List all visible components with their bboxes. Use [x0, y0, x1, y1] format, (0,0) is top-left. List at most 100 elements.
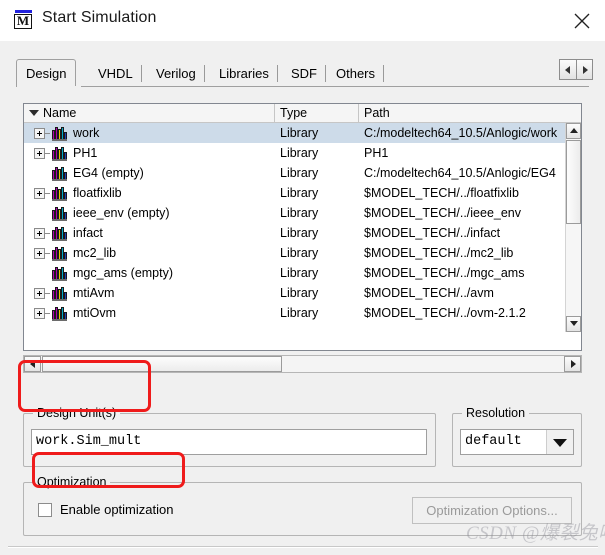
chevron-left-icon[interactable] — [559, 59, 576, 80]
enable-optimization-label: Enable optimization — [60, 502, 174, 517]
library-type: Library — [280, 266, 319, 280]
tree-connector — [45, 313, 50, 314]
sort-descending-icon — [29, 110, 39, 116]
vertical-scrollbar[interactable] — [565, 123, 581, 332]
library-name: mc2_lib — [73, 246, 117, 260]
close-icon[interactable] — [559, 0, 605, 39]
tab-design[interactable]: Design — [16, 59, 77, 87]
tab-vhdl[interactable]: VHDL — [89, 62, 142, 85]
column-header-path[interactable]: Path — [359, 104, 566, 122]
table-row[interactable]: infact Library $MODEL_TECH/../infact — [24, 223, 566, 243]
library-name: ieee_env (empty) — [73, 206, 170, 220]
library-name: mgc_ams (empty) — [73, 266, 174, 280]
table-row[interactable]: work Library C:/modeltech64_10.5/Anlogic/w… — [24, 123, 566, 143]
expand-icon[interactable] — [34, 148, 45, 159]
column-header-name[interactable]: Name — [24, 104, 275, 122]
design-units-legend: Design Unit(s) — [33, 406, 121, 420]
library-type: Library — [280, 126, 319, 140]
scroll-left-icon[interactable] — [24, 356, 41, 372]
resolution-legend: Resolution — [462, 406, 530, 420]
tree-connector — [45, 293, 50, 294]
library-icon — [52, 146, 67, 161]
library-type: Library — [280, 186, 319, 200]
title-bar: M Start Simulation — [0, 0, 605, 41]
tree-connector — [45, 233, 50, 234]
tree-connector — [45, 193, 50, 194]
vertical-scrollbar-thumb[interactable] — [566, 140, 581, 224]
resolution-select[interactable]: default — [460, 429, 574, 455]
library-name: work — [73, 126, 100, 140]
design-units-input[interactable]: work.Sim_mult — [31, 429, 427, 455]
table-row[interactable]: PH1 Library PH1 — [24, 143, 566, 163]
library-table: Name Type Path work Library C:/modeltech64… — [23, 103, 582, 351]
modelsim-m-icon: M — [14, 10, 34, 30]
library-path: $MODEL_TECH/../floatfixlib — [364, 186, 519, 200]
table-row[interactable]: mc2_lib Library $MODEL_TECH/../mc2_lib — [24, 243, 566, 263]
expand-icon[interactable] — [34, 308, 45, 319]
expand-icon[interactable] — [34, 288, 45, 299]
library-type: Library — [280, 166, 319, 180]
library-icon — [52, 266, 67, 281]
column-label: Name — [43, 106, 77, 120]
library-name: PH1 — [73, 146, 98, 160]
table-row[interactable]: ieee_env (empty) Library $MODEL_TECH/../ie… — [24, 203, 566, 223]
library-path: C:/modeltech64_10.5/Anlogic/EG4 — [364, 166, 556, 180]
library-path: $MODEL_TECH/../avm — [364, 286, 494, 300]
enable-optimization-checkbox[interactable] — [38, 503, 52, 517]
expand-icon[interactable] — [34, 188, 45, 199]
table-row[interactable]: mgc_ams (empty) Library $MODEL_TECH/../mgc… — [24, 263, 566, 283]
library-type: Library — [280, 146, 319, 160]
tab-label: VHDL — [98, 66, 133, 81]
footer-divider — [8, 546, 598, 548]
library-type: Library — [280, 246, 319, 260]
library-icon — [52, 186, 67, 201]
tab-libraries[interactable]: Libraries — [210, 62, 278, 85]
tab-others[interactable]: Others — [327, 62, 385, 85]
design-units-group: Design Unit(s) work.Sim_mult — [23, 406, 436, 467]
resolution-value: default — [465, 434, 522, 449]
library-path: C:/modeltech64_10.5/Anlogic/work — [364, 126, 558, 140]
library-path: $MODEL_TECH/../infact — [364, 226, 501, 240]
tab-label: Libraries — [219, 66, 269, 81]
library-type: Library — [280, 226, 319, 240]
library-path: PH1 — [364, 146, 389, 160]
library-name: mtiOvm — [73, 306, 117, 320]
expand-icon[interactable] — [34, 248, 45, 259]
tab-sdf[interactable]: SDF — [282, 62, 326, 85]
optimization-group: Optimization Enable optimization Optimiz… — [23, 475, 582, 536]
library-path: $MODEL_TECH/../ieee_env — [364, 206, 522, 220]
tab-label: Verilog — [156, 66, 196, 81]
library-icon — [52, 306, 67, 321]
tab-verilog[interactable]: Verilog — [147, 62, 205, 85]
library-icon — [52, 206, 67, 221]
scroll-down-icon[interactable] — [566, 316, 581, 332]
table-row[interactable]: floatfixlib Library $MODEL_TECH/../floatfi… — [24, 183, 566, 203]
library-type: Library — [280, 306, 319, 320]
expand-icon[interactable] — [34, 228, 45, 239]
expand-icon[interactable] — [34, 128, 45, 139]
horizontal-scrollbar[interactable] — [23, 355, 582, 373]
optimization-options-button[interactable]: Optimization Options... — [412, 497, 572, 524]
tab-label: SDF — [291, 66, 317, 81]
library-icon — [52, 126, 67, 141]
library-type: Library — [280, 286, 319, 300]
table-row[interactable]: EG4 (empty) Library C:/modeltech64_10.5/An… — [24, 163, 566, 183]
library-path: $MODEL_TECH/../ovm-2.1.2 — [364, 306, 526, 320]
table-row[interactable]: mtiAvm Library $MODEL_TECH/../avm — [24, 283, 566, 303]
library-icon — [52, 166, 67, 181]
library-type: Library — [280, 206, 319, 220]
window-title: Start Simulation — [42, 9, 157, 26]
library-name: EG4 (empty) — [73, 166, 144, 180]
library-name: mtiAvm — [73, 286, 115, 300]
chevron-down-icon[interactable] — [546, 430, 573, 454]
library-name: infact — [73, 226, 103, 240]
scroll-up-icon[interactable] — [566, 123, 581, 139]
resolution-group: Resolution default — [452, 406, 582, 467]
scroll-right-icon[interactable] — [564, 356, 581, 372]
column-header-type[interactable]: Type — [275, 104, 359, 122]
horizontal-scrollbar-thumb[interactable] — [42, 356, 282, 372]
chevron-right-icon[interactable] — [576, 59, 593, 80]
table-header: Name Type Path — [24, 104, 581, 123]
table-row[interactable]: mtiOvm Library $MODEL_TECH/../ovm-2.1.2 — [24, 303, 566, 323]
tab-scroll-buttons — [559, 59, 593, 80]
